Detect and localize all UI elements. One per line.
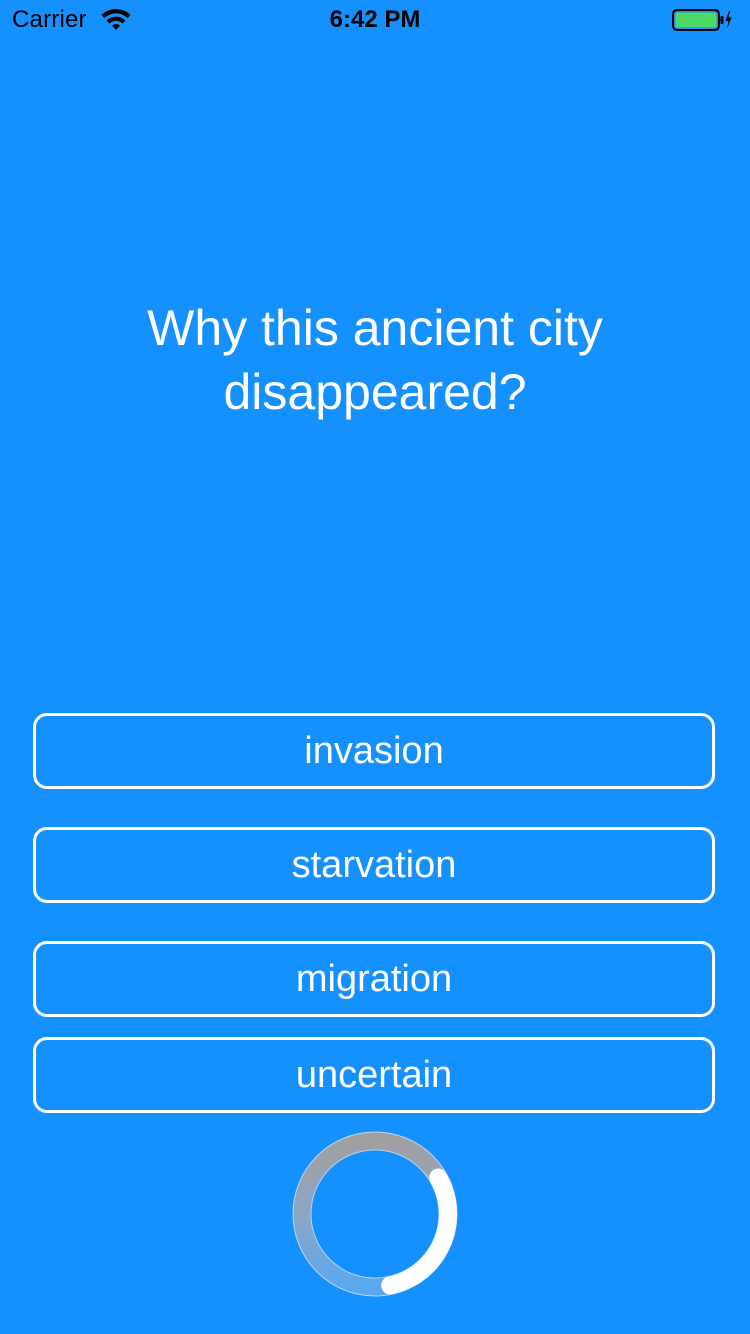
answer-button-invasion[interactable]: invasion <box>33 713 715 789</box>
status-bar: Carrier 6:42 PM <box>0 0 750 40</box>
question-text: Why this ancient city disappeared? <box>147 300 603 420</box>
charging-bolt-icon <box>725 11 732 29</box>
clock-time: 6:42 PM <box>329 6 421 33</box>
countdown-timer-ring <box>292 1131 458 1297</box>
answer-button-uncertain[interactable]: uncertain <box>33 1037 715 1113</box>
answer-label: starvation <box>291 843 457 886</box>
answer-label: migration <box>295 957 453 1000</box>
timer-track-inner-edge <box>310 1149 440 1279</box>
answer-label: invasion <box>304 729 444 772</box>
answer-label: uncertain <box>295 1053 453 1096</box>
answer-button-starvation[interactable]: starvation <box>33 827 715 903</box>
battery-icon <box>672 9 732 31</box>
answer-button-migration[interactable]: migration <box>33 941 715 1017</box>
